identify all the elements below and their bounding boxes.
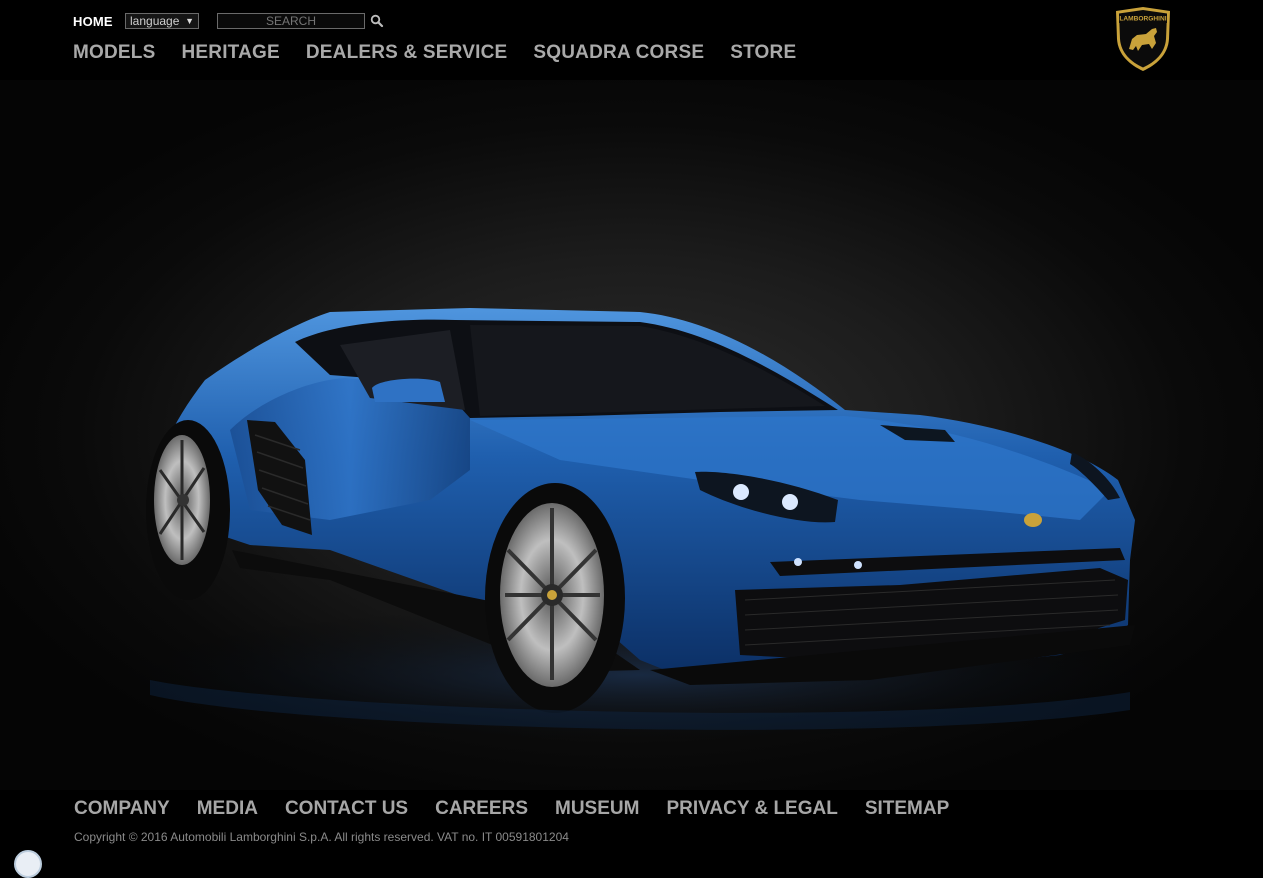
dropdown-arrow-icon: ▼ — [185, 16, 194, 26]
logo-text: LAMBORGHINI — [1119, 16, 1166, 23]
nav-item-store[interactable]: STORE — [730, 42, 796, 64]
footer-item-media[interactable]: MEDIA — [197, 798, 258, 820]
nav-item-dealers-service[interactable]: DEALERS & SERVICE — [306, 42, 508, 64]
language-select[interactable]: language ▼ — [125, 13, 199, 29]
nav-item-models[interactable]: MODELS — [73, 42, 155, 64]
main-nav: MODELS HERITAGE DEALERS & SERVICE SQUADR… — [73, 42, 796, 64]
search-icon[interactable] — [370, 14, 384, 28]
hero-car-image — [80, 308, 1200, 745]
footer-item-contact-us[interactable]: CONTACT US — [285, 798, 408, 820]
hero-banner[interactable] — [0, 80, 1263, 790]
chat-widget-icon[interactable] — [14, 850, 42, 878]
footer-item-careers[interactable]: CAREERS — [435, 798, 528, 820]
footer: COMPANY MEDIA CONTACT US CAREERS MUSEUM … — [0, 790, 1263, 854]
nav-item-heritage[interactable]: HERITAGE — [181, 42, 279, 64]
footer-item-company[interactable]: COMPANY — [74, 798, 170, 820]
footer-item-sitemap[interactable]: SITEMAP — [865, 798, 949, 820]
copyright-text: Copyright © 2016 Automobili Lamborghini … — [74, 830, 569, 844]
footer-item-museum[interactable]: MUSEUM — [555, 798, 639, 820]
language-select-value: language — [130, 14, 180, 28]
home-link[interactable]: HOME — [73, 14, 113, 29]
top-header: HOME language ▼ MODELS HERITAGE DEALERS … — [0, 0, 1263, 80]
search-input[interactable] — [217, 13, 365, 29]
footer-item-privacy-legal[interactable]: PRIVACY & LEGAL — [666, 798, 837, 820]
nav-item-squadra-corse[interactable]: SQUADRA CORSE — [533, 42, 704, 64]
footer-nav: COMPANY MEDIA CONTACT US CAREERS MUSEUM … — [74, 798, 949, 820]
lamborghini-logo[interactable]: LAMBORGHINI — [1112, 5, 1174, 73]
